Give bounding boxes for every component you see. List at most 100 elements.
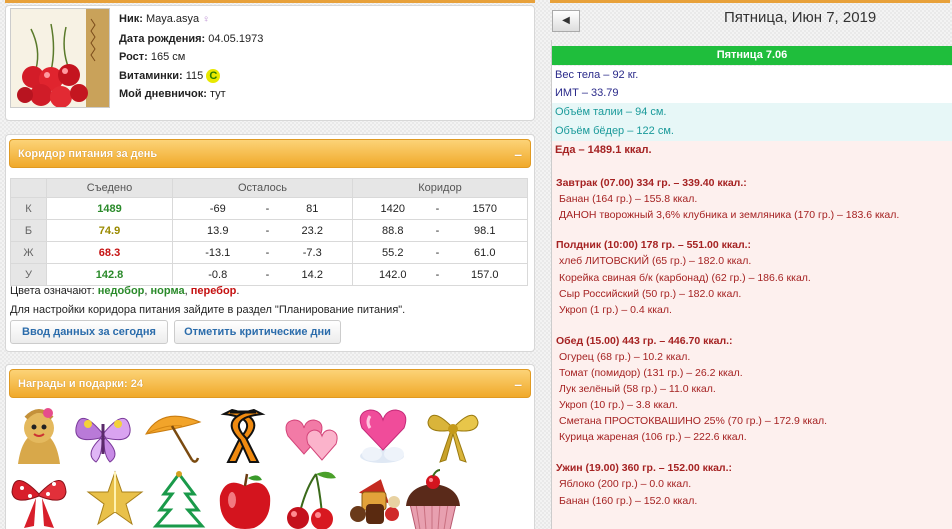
hips-row: Объём бёдер – 122 см. xyxy=(552,122,952,141)
bmi-row: ИМТ – 33.79 xyxy=(552,84,952,103)
meal-item: Банан (164 гр.) – 155.8 ккал. xyxy=(559,193,698,205)
umbrella-icon[interactable] xyxy=(142,404,204,466)
butterfly-icon[interactable] xyxy=(72,404,134,466)
day-bar[interactable]: Пятница 7.06 xyxy=(552,46,952,65)
corridor-min: 55.2 xyxy=(352,241,433,264)
food-text: Еда – 1489.1 ккал. xyxy=(555,144,652,156)
remain-min: -69 xyxy=(172,197,263,220)
arrow-left-icon: ◀ xyxy=(562,15,570,26)
eaten-value: 74.9 xyxy=(46,219,173,242)
mark-critical-days-button[interactable]: Отметить критические дни xyxy=(174,320,341,344)
meal-item: Огурец (68 гр.) – 10.2 ккал. xyxy=(559,351,691,363)
avatar[interactable] xyxy=(10,8,110,108)
waist-row: Объём талии – 94 см. xyxy=(552,103,952,122)
table-header-row: Съедено Осталось Коридор xyxy=(10,178,528,198)
corridor-min: 88.8 xyxy=(352,219,433,242)
vitamins-row: Витаминки: 115 C xyxy=(119,67,263,86)
top-accent-line xyxy=(5,0,535,3)
candies-icon[interactable] xyxy=(344,468,406,529)
meals-list: Завтрак (07.00) 334 гр. – 339.40 ккал.: … xyxy=(552,160,952,529)
collapse-icon[interactable]: – xyxy=(514,370,522,398)
diary-link[interactable]: тут xyxy=(210,88,226,100)
meal-item: Укроп (10 гр.) – 3.8 ккал. xyxy=(559,399,678,411)
top-accent-line xyxy=(550,0,950,3)
collapse-icon[interactable]: – xyxy=(514,140,522,168)
enter-today-button[interactable]: Ввод данных за сегодня xyxy=(10,320,168,344)
apple-icon[interactable] xyxy=(214,468,276,529)
meal-title: Полдник (10:00) 178 гр. – 551.00 ккал.: xyxy=(556,239,752,251)
vitamins-label: Витаминки: xyxy=(119,69,183,82)
corridor-header[interactable]: Коридор питания за день – xyxy=(9,139,531,168)
row-label: Ж xyxy=(10,241,47,264)
table-row: Ж 68.3 -13.1 - -7.3 55.2 - 61.0 xyxy=(10,241,528,264)
table-header: Съедено xyxy=(46,178,173,198)
corridor-max: 98.1 xyxy=(442,219,528,242)
dob-label: Дата рождения: xyxy=(119,32,206,45)
table-header xyxy=(10,178,47,198)
awards-title: Награды и подарки: 24 xyxy=(18,378,143,390)
bmi-text: ИМТ – 33.79 xyxy=(555,87,619,99)
table-header: Коридор xyxy=(352,178,528,198)
legend-under: недобор xyxy=(97,285,145,297)
row-label: У xyxy=(10,263,47,286)
meal-title: Обед (15.00) 443 гр. – 446.70 ккал.: xyxy=(556,335,733,347)
table-row: К 1489 -69 - 81 1420 - 1570 xyxy=(10,197,528,220)
meal-item: Банан (160 гр.) – 152.0 ккал. xyxy=(559,495,698,507)
corridor-max: 157.0 xyxy=(442,263,528,286)
cherries-icon[interactable] xyxy=(280,468,342,529)
corridor-title: Коридор питания за день xyxy=(18,148,158,160)
dash: - xyxy=(262,219,273,242)
meal-item: ДАНОН творожный 3,6% клубника и земляник… xyxy=(559,209,900,221)
height-row: Рост: 165 см xyxy=(119,48,263,67)
doll-icon[interactable] xyxy=(8,404,70,466)
gold-star-icon[interactable] xyxy=(84,468,146,529)
meal-item: Укроп (1 гр.) – 0.4 ккал. xyxy=(559,304,672,316)
dash: - xyxy=(262,241,273,264)
table-row: У 142.8 -0.8 - 14.2 142.0 - 157.0 xyxy=(10,263,528,286)
meal-item: Сыр Российский (50 гр.) – 182.0 ккал. xyxy=(559,288,742,300)
profile-info: Ник: Maya.asya ♀ Дата рождения: 04.05.19… xyxy=(119,10,263,104)
remain-min: 13.9 xyxy=(172,219,263,242)
day-title: Пятница, Июн 7, 2019 xyxy=(724,9,877,26)
awards-header[interactable]: Награды и подарки: 24 – xyxy=(9,369,531,398)
nick-label: Ник: xyxy=(119,13,143,25)
meal-item: Курица жареная (106 гр.) – 222.6 ккал. xyxy=(559,431,747,443)
hips-text: Объём бёдер – 122 см. xyxy=(555,125,674,137)
vitamins-value: 115 xyxy=(185,69,204,82)
row-label: К xyxy=(10,197,47,220)
dash: - xyxy=(262,263,273,286)
christmas-tree-icon[interactable] xyxy=(148,468,210,529)
diary-label: Мой дневничок: xyxy=(119,88,207,100)
height-value: 165 см xyxy=(150,51,186,63)
cupcake-icon[interactable] xyxy=(402,468,464,529)
meal-item: Корейка свиная б/к (карбонад) (62 гр.) –… xyxy=(559,272,811,284)
prev-day-button[interactable]: ◀ xyxy=(552,10,580,32)
gold-bow-icon[interactable] xyxy=(422,404,484,466)
legend-prefix: Цвета означают: xyxy=(10,285,95,297)
remain-max: -7.3 xyxy=(272,241,353,264)
remain-min: -0.8 xyxy=(172,263,263,286)
red-bow-icon[interactable] xyxy=(8,468,70,529)
row-label: Б xyxy=(10,219,47,242)
remain-max: 81 xyxy=(272,197,353,220)
legend-norm: норма xyxy=(150,285,185,297)
eaten-value: 142.8 xyxy=(46,263,173,286)
corridor-min: 142.0 xyxy=(352,263,433,286)
nick-value[interactable]: Maya.asya xyxy=(146,13,199,25)
dash: - xyxy=(432,241,443,264)
dob-row: Дата рождения: 04.05.1973 xyxy=(119,30,263,49)
dob-value: 04.05.1973 xyxy=(208,32,264,45)
meal-title: Завтрак (07.00) 334 гр. – 339.40 ккал.: xyxy=(556,177,747,189)
heart-cloud-icon[interactable] xyxy=(352,404,414,466)
corridor-note: Для настройки коридора питания зайдите в… xyxy=(10,304,406,316)
corridor-max: 1570 xyxy=(442,197,528,220)
height-label: Рост: xyxy=(119,51,148,63)
hearts-icon[interactable] xyxy=(282,404,344,466)
weight-row: Вес тела – 92 кг. xyxy=(552,66,952,85)
weight-text: Вес тела – 92 кг. xyxy=(555,69,639,81)
corridor-table: Съедено Осталось Коридор К 1489 -69 - 81… xyxy=(10,178,528,286)
ribbon-icon[interactable] xyxy=(212,404,274,466)
food-row: Еда – 1489.1 ккал. xyxy=(552,141,952,160)
corridor-min: 1420 xyxy=(352,197,433,220)
meal-item: Лук зелёный (58 гр.) – 11.0 ккал. xyxy=(559,383,716,395)
